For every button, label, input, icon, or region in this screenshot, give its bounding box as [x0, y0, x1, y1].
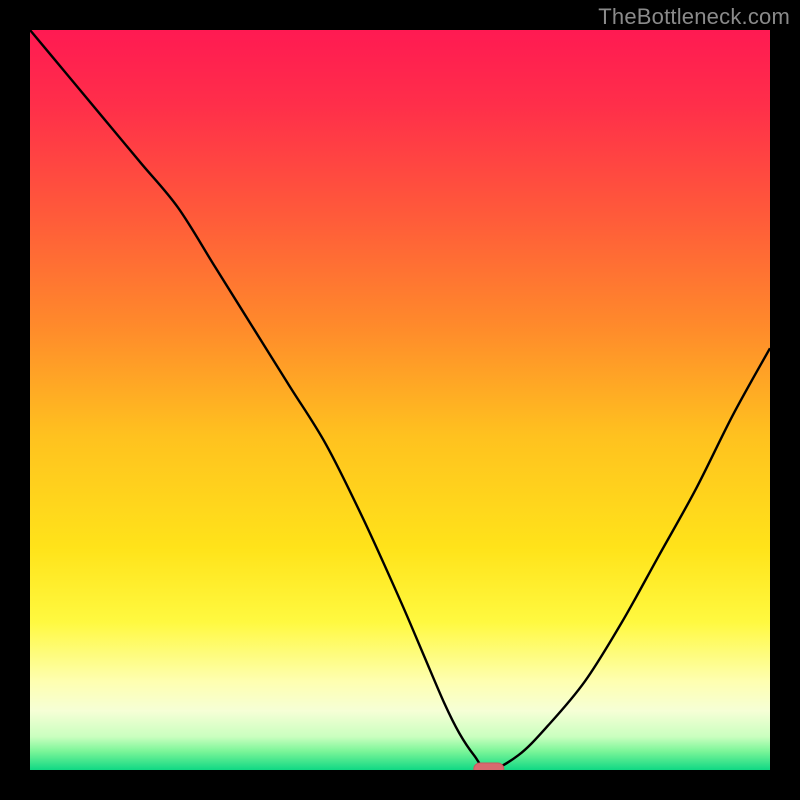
plot-area [30, 30, 770, 770]
gradient-background [30, 30, 770, 770]
bottleneck-chart [30, 30, 770, 770]
chart-frame: TheBottleneck.com [0, 0, 800, 800]
watermark-text: TheBottleneck.com [598, 4, 790, 30]
optimal-point-marker [474, 763, 504, 770]
